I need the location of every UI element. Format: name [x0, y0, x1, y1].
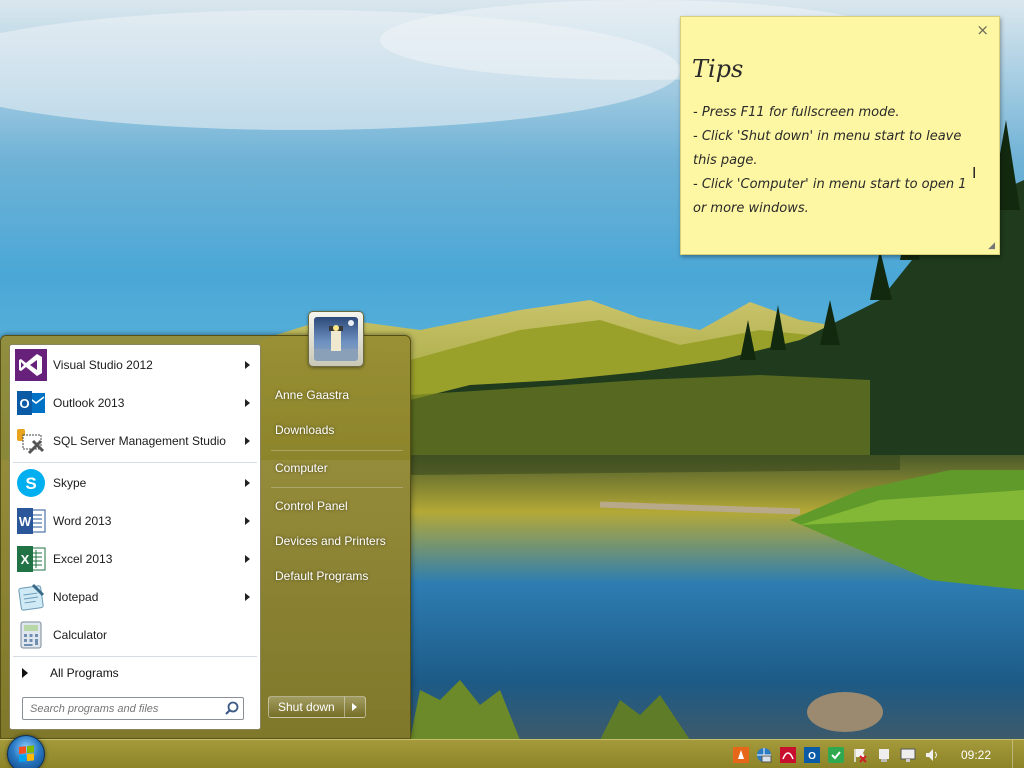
- lighthouse-icon: [314, 317, 358, 361]
- program-excel[interactable]: X Excel 2013: [13, 541, 258, 577]
- program-calculator[interactable]: Calculator: [13, 617, 258, 653]
- program-label: Word 2013: [53, 514, 112, 528]
- security-check-icon[interactable]: [828, 747, 844, 763]
- submenu-arrow-icon[interactable]: [245, 361, 250, 369]
- taskbar-clock[interactable]: 09:22: [948, 748, 1004, 762]
- sql-server-icon: [15, 425, 47, 457]
- sticky-line: this page.: [693, 153, 758, 168]
- text-cursor-icon: I: [972, 165, 977, 182]
- skype-icon: S: [15, 467, 47, 499]
- separator: [13, 656, 257, 657]
- outlook-tray-icon[interactable]: O: [804, 747, 820, 763]
- start-menu: Visual Studio 2012 O Outlook 2013 SQL Se…: [0, 335, 411, 739]
- excel-icon: X: [15, 543, 47, 575]
- taskbar: O 09:22: [0, 735, 1024, 768]
- sticky-note-title: Tips: [692, 55, 744, 83]
- program-label: Visual Studio 2012: [53, 358, 153, 372]
- submenu-arrow-icon[interactable]: [245, 517, 250, 525]
- program-label: Skype: [53, 476, 87, 490]
- shutdown-options-button[interactable]: [345, 697, 365, 717]
- all-programs-button[interactable]: All Programs: [18, 662, 253, 684]
- sticky-line: - Press F11 for fullscreen mode.: [693, 105, 900, 120]
- svg-text:X: X: [21, 552, 30, 567]
- start-menu-programs-pane: Visual Studio 2012 O Outlook 2013 SQL Se…: [9, 344, 261, 730]
- word-icon: W: [15, 505, 47, 537]
- right-item-default-programs[interactable]: Default Programs: [268, 562, 406, 590]
- sticky-line: or more windows.: [693, 201, 809, 216]
- program-label: Outlook 2013: [53, 396, 125, 410]
- svg-text:W: W: [19, 514, 32, 529]
- sticky-line: - Click 'Computer' in menu start to open…: [693, 177, 967, 192]
- sticky-line: - Click 'Shut down' in menu start to lea…: [693, 129, 962, 144]
- separator: [271, 450, 403, 451]
- pdf-icon[interactable]: [780, 747, 796, 763]
- program-skype[interactable]: S Skype: [13, 465, 258, 501]
- right-item-computer[interactable]: Computer: [268, 454, 406, 482]
- user-avatar[interactable]: [308, 311, 364, 367]
- submenu-arrow-icon[interactable]: [245, 593, 250, 601]
- separator: [271, 487, 403, 488]
- svg-text:O: O: [19, 396, 29, 411]
- calculator-icon: [15, 619, 47, 651]
- volume-icon[interactable]: [924, 747, 940, 763]
- all-programs-label: All Programs: [50, 666, 119, 680]
- expand-arrow-icon: [22, 668, 28, 678]
- program-label: SQL Server Management Studio: [53, 434, 226, 448]
- search-input[interactable]: [30, 702, 221, 715]
- show-desktop-button[interactable]: [1012, 740, 1024, 768]
- resize-grip-icon[interactable]: ◢: [988, 241, 995, 251]
- program-visual-studio[interactable]: Visual Studio 2012: [13, 347, 258, 383]
- right-item-devices-printers[interactable]: Devices and Printers: [268, 527, 406, 555]
- svg-text:O: O: [808, 751, 816, 762]
- display-icon[interactable]: [900, 747, 916, 763]
- shutdown-group: Shut down: [268, 696, 366, 718]
- right-item-downloads[interactable]: Downloads: [268, 416, 406, 444]
- program-outlook[interactable]: O Outlook 2013: [13, 385, 258, 421]
- notepad-icon: [15, 581, 47, 613]
- submenu-arrow-icon[interactable]: [245, 437, 250, 445]
- submenu-arrow-icon[interactable]: [245, 399, 250, 407]
- program-sql-server[interactable]: SQL Server Management Studio: [13, 423, 258, 459]
- svg-text:S: S: [25, 474, 36, 493]
- vlc-icon[interactable]: [733, 747, 749, 763]
- shutdown-button[interactable]: Shut down: [269, 697, 345, 717]
- right-item-control-panel[interactable]: Control Panel: [268, 492, 406, 520]
- visual-studio-icon: [15, 349, 47, 381]
- action-center-flag-icon[interactable]: [852, 747, 868, 763]
- sticky-note-body[interactable]: - Press F11 for fullscreen mode. - Click…: [693, 101, 993, 221]
- program-word[interactable]: W Word 2013: [13, 503, 258, 539]
- separator: [13, 462, 257, 463]
- search-icon[interactable]: [221, 698, 243, 719]
- usb-device-icon[interactable]: [876, 747, 892, 763]
- outlook-icon: O: [15, 387, 47, 419]
- sticky-close-button[interactable]: ×: [976, 21, 989, 39]
- submenu-arrow-icon[interactable]: [245, 555, 250, 563]
- right-item-user[interactable]: Anne Gaastra: [268, 381, 406, 409]
- search-box[interactable]: [22, 697, 244, 720]
- chevron-right-icon: [352, 703, 358, 711]
- network-globe-icon[interactable]: [756, 747, 772, 763]
- program-notepad[interactable]: Notepad: [13, 579, 258, 615]
- program-label: Notepad: [53, 590, 99, 604]
- program-label: Excel 2013: [53, 552, 113, 566]
- start-button[interactable]: [7, 735, 45, 768]
- program-label: Calculator: [53, 628, 108, 642]
- sticky-note[interactable]: × Tips - Press F11 for fullscreen mode. …: [680, 16, 1000, 255]
- submenu-arrow-icon[interactable]: [245, 479, 250, 487]
- windows-logo-icon: [19, 745, 34, 762]
